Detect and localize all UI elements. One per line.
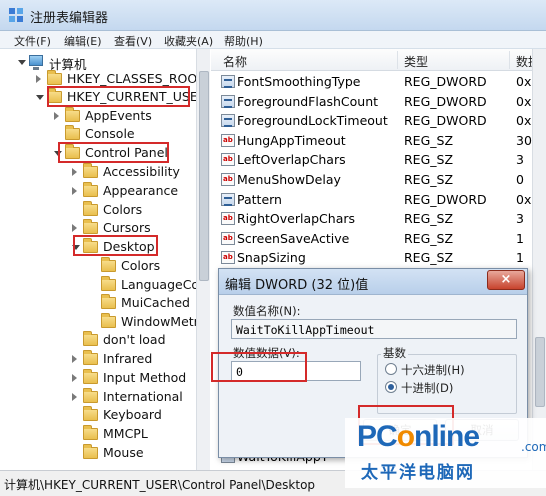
list-row[interactable]: Pattern REG_DWORD 0x00 [211,190,546,210]
dword-value-icon [221,75,235,88]
watermark-domain: .com.cn [521,440,546,454]
string-value-icon: ab [221,173,235,186]
expand-arrow-icon[interactable] [72,245,80,250]
folder-icon [101,276,116,291]
folder-icon [101,294,116,309]
folder-icon [83,238,98,253]
dialog-close-button[interactable]: × [487,270,525,290]
list-row[interactable]: ab MenuShowDelay REG_SZ 0 [211,170,546,190]
tree-scrollbar[interactable] [196,49,210,470]
list-row[interactable]: ForegroundLockTimeout REG_DWORD 0x00 [211,111,546,131]
string-value-icon: ab [221,133,235,147]
menu-file[interactable]: 文件(F) [14,33,51,49]
list-row[interactable]: ab ScreenSaveActive REG_SZ 1 [211,229,546,249]
dword-value-icon [221,192,235,206]
collapse-arrow-icon[interactable] [72,374,77,382]
folder-icon [47,70,62,85]
key-tree-pane[interactable]: 计算机 HKEY_CLASSES_ROOT HKEY_CURRENT_USER … [0,49,210,470]
folder-icon [83,219,98,234]
collapse-arrow-icon[interactable] [72,224,77,232]
string-value-icon: ab [221,251,235,265]
folder-icon [83,350,98,365]
base-label: 基数 [381,345,408,361]
folder-icon [83,444,98,459]
pconline-watermark: PConline .com.cn 太平洋电脑网 [345,418,546,488]
collapse-arrow-icon[interactable] [72,187,77,195]
column-separator[interactable] [397,51,398,69]
string-value-icon: ab [221,212,235,226]
window-title: 注册表编辑器 [30,11,109,26]
registry-editor-icon [9,8,23,22]
collapse-arrow-icon[interactable] [72,355,77,363]
folder-icon [83,369,98,384]
tree-scrollbar-thumb[interactable] [199,71,209,281]
dword-value-icon [221,94,235,108]
column-header-name[interactable]: 名称 [223,53,247,70]
watermark-logo: PConline [357,420,480,453]
value-data-label: 数值数据(V): [233,346,300,360]
folder-icon [65,144,80,159]
collapse-arrow-icon[interactable] [36,75,41,83]
hex-radio-label[interactable]: 十六进制(H) [401,362,465,378]
value-name-field: WaitToKillAppTimeout [231,319,517,339]
dword-value-icon [221,114,235,128]
value-data-input[interactable]: 0 [231,361,361,381]
menu-help[interactable]: 帮助(H) [224,33,263,49]
list-scrollbar-thumb[interactable] [535,337,545,407]
folder-icon [83,388,98,403]
status-path: 计算机\HKEY_CURRENT_USER\Control Panel\Desk… [4,478,316,492]
folder-icon [101,313,116,328]
list-row[interactable]: ab RightOverlapChars REG_SZ 3 [211,209,546,229]
list-scrollbar[interactable] [532,49,546,470]
list-row[interactable]: ForegroundFlashCount REG_DWORD 0x00 [211,92,546,112]
menu-edit[interactable]: 编辑(E) [64,33,102,49]
collapse-arrow-icon[interactable] [72,168,77,176]
list-row[interactable]: ab LeftOverlapChars REG_SZ 3 [211,150,546,170]
expand-arrow-icon[interactable] [18,60,26,65]
folder-icon [83,425,98,440]
column-separator[interactable] [509,51,510,69]
list-row[interactable]: ab SnapSizing REG_SZ 1 [211,248,546,268]
list-row[interactable]: FontSmoothingType REG_DWORD 0x00 [211,72,546,92]
list-row[interactable]: ab HungAppTimeout REG_SZ 3000 [211,131,546,151]
dialog-titlebar[interactable]: 编辑 DWORD (32 位)值 × [219,269,527,295]
folder-icon [65,125,80,140]
dialog-title: 编辑 DWORD (32 位)值 [225,278,369,293]
decimal-radio-label[interactable]: 十进制(D) [401,380,453,396]
folder-icon [65,107,80,122]
watermark-chinese-name: 太平洋电脑网 [361,463,475,483]
list-header: 名称 类型 数据 [211,49,546,71]
column-header-type[interactable]: 类型 [404,53,428,70]
string-value-icon: ab [221,231,235,245]
collapse-arrow-icon[interactable] [72,393,77,401]
menu-view[interactable]: 查看(V) [114,33,152,49]
folder-icon [83,182,98,197]
folder-icon [101,257,116,272]
decimal-radio[interactable] [385,381,397,393]
expand-arrow-icon[interactable] [54,151,62,156]
folder-icon [83,331,98,346]
menu-favorites[interactable]: 收藏夹(A) [164,33,213,49]
window-titlebar: 注册表编辑器 [0,0,546,31]
value-name-label: 数值名称(N): [233,304,301,318]
folder-icon [47,88,62,103]
string-value-icon: ab [221,153,235,167]
menu-bar: 文件(F) 编辑(E) 查看(V) 收藏夹(A) 帮助(H) [0,31,546,49]
hex-radio[interactable] [385,363,397,375]
collapse-arrow-icon[interactable] [54,112,59,120]
folder-icon [83,201,98,216]
folder-icon [83,406,98,421]
computer-icon [29,55,43,70]
expand-arrow-icon[interactable] [36,95,44,100]
folder-icon [83,163,98,178]
